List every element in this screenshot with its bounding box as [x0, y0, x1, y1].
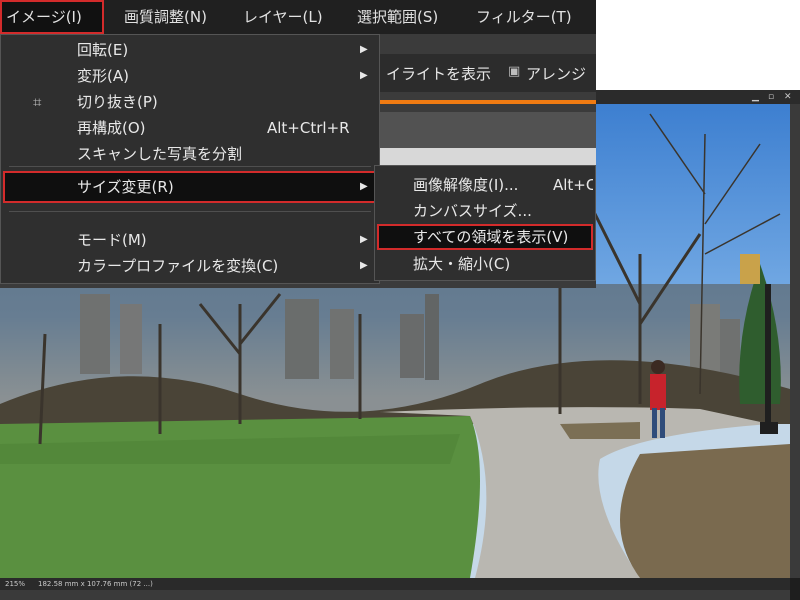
document-titlebar: ▁ ▫ ✕	[596, 90, 800, 104]
submenu-item-label: 画像解像度(I)...	[413, 176, 519, 194]
menu-filter[interactable]: フィルター(T)	[476, 0, 572, 34]
submenu-item-canvas-size[interactable]: カンバスサイズ...	[377, 198, 593, 224]
menu-item-label: モード(M)	[77, 231, 147, 249]
menu-item-resize[interactable]: サイズ変更(R) ▶	[3, 171, 377, 203]
menu-item-label: サイズ変更(R)	[77, 178, 174, 196]
submenu-item-label: 拡大・縮小(C)	[413, 255, 511, 273]
panel-header	[380, 112, 596, 148]
chevron-right-icon: ▶	[360, 260, 368, 271]
resize-submenu: 画像解像度(I)... Alt+C カンバスサイズ... すべての領域を表示(V…	[374, 165, 596, 281]
image-menu-dropdown: 回転(E) ▶ 変形(A) ▶ ⌗ 切り抜き(P) 再構成(O) Alt+Ctr…	[0, 34, 380, 284]
menu-item-recompose[interactable]: 再構成(O) Alt+Ctrl+R	[3, 115, 377, 141]
menu-item-label: カラープロファイルを変換(C)	[77, 257, 279, 275]
vertical-scrollbar[interactable]	[790, 104, 800, 578]
menu-item-transform[interactable]: 変形(A) ▶	[3, 63, 377, 89]
chevron-right-icon: ▶	[360, 70, 368, 81]
menu-item-rotate[interactable]: 回転(E) ▶	[3, 37, 377, 63]
menu-item-label: スキャンした写真を分割	[77, 145, 243, 163]
menu-item-crop[interactable]: ⌗ 切り抜き(P)	[3, 89, 377, 115]
horizontal-scrollbar[interactable]	[0, 590, 790, 600]
menu-item-divide-scanned[interactable]: スキャンした写真を分割	[3, 141, 377, 167]
arrange-icon: ▣	[508, 64, 521, 79]
crop-icon: ⌗	[33, 93, 42, 111]
minimize-icon[interactable]: ▁	[752, 91, 759, 103]
menu-item-label: 再構成(O)	[77, 119, 146, 137]
accent-divider	[380, 100, 596, 104]
menu-item-label: 回転(E)	[77, 41, 129, 59]
zoom-level: 215%	[5, 580, 26, 588]
submenu-item-label: カンバスサイズ...	[413, 202, 532, 220]
menu-item-label: 変形(A)	[77, 67, 129, 85]
arrange-button[interactable]: アレンジ	[526, 63, 586, 84]
submenu-item-label: すべての領域を表示(V)	[413, 228, 569, 246]
menu-bar: イメージ(I) 画質調整(N) レイヤー(L) 選択範囲(S) フィルター(T)	[0, 0, 596, 34]
menu-item-convert-color-profile[interactable]: カラープロファイルを変換(C) ▶	[3, 253, 377, 279]
chevron-right-icon: ▶	[360, 181, 368, 192]
menu-item-label: 切り抜き(P)	[77, 93, 158, 111]
close-icon[interactable]: ✕	[784, 91, 792, 103]
menu-separator	[9, 166, 371, 167]
submenu-item-image-resolution[interactable]: 画像解像度(I)... Alt+C	[377, 172, 593, 198]
submenu-item-shortcut: Alt+C	[553, 176, 593, 194]
menu-image[interactable]: イメージ(I)	[0, 0, 104, 34]
menu-item-shortcut: Alt+Ctrl+R	[267, 119, 350, 137]
document-size-info: 182.58 mm x 107.76 mm (72 ...)	[38, 580, 153, 588]
menu-item-mode[interactable]: モード(M) ▶	[3, 227, 377, 253]
options-toolbar: イライトを表示 ▣ アレンジ	[380, 54, 596, 92]
menu-adjust-quality[interactable]: 画質調整(N)	[124, 0, 207, 34]
maximize-icon[interactable]: ▫	[768, 91, 774, 103]
menu-layer[interactable]: レイヤー(L)	[243, 0, 323, 34]
menu-select[interactable]: 選択範囲(S)	[357, 0, 438, 34]
show-highlight-button[interactable]: イライトを表示	[386, 63, 491, 84]
chevron-right-icon: ▶	[360, 234, 368, 245]
status-bar: 215% 182.58 mm x 107.76 mm (72 ...)	[0, 578, 790, 590]
submenu-item-scale[interactable]: 拡大・縮小(C)	[377, 251, 593, 277]
menu-separator	[9, 211, 371, 212]
chevron-right-icon: ▶	[360, 44, 368, 55]
submenu-item-reveal-all[interactable]: すべての領域を表示(V)	[377, 224, 593, 250]
